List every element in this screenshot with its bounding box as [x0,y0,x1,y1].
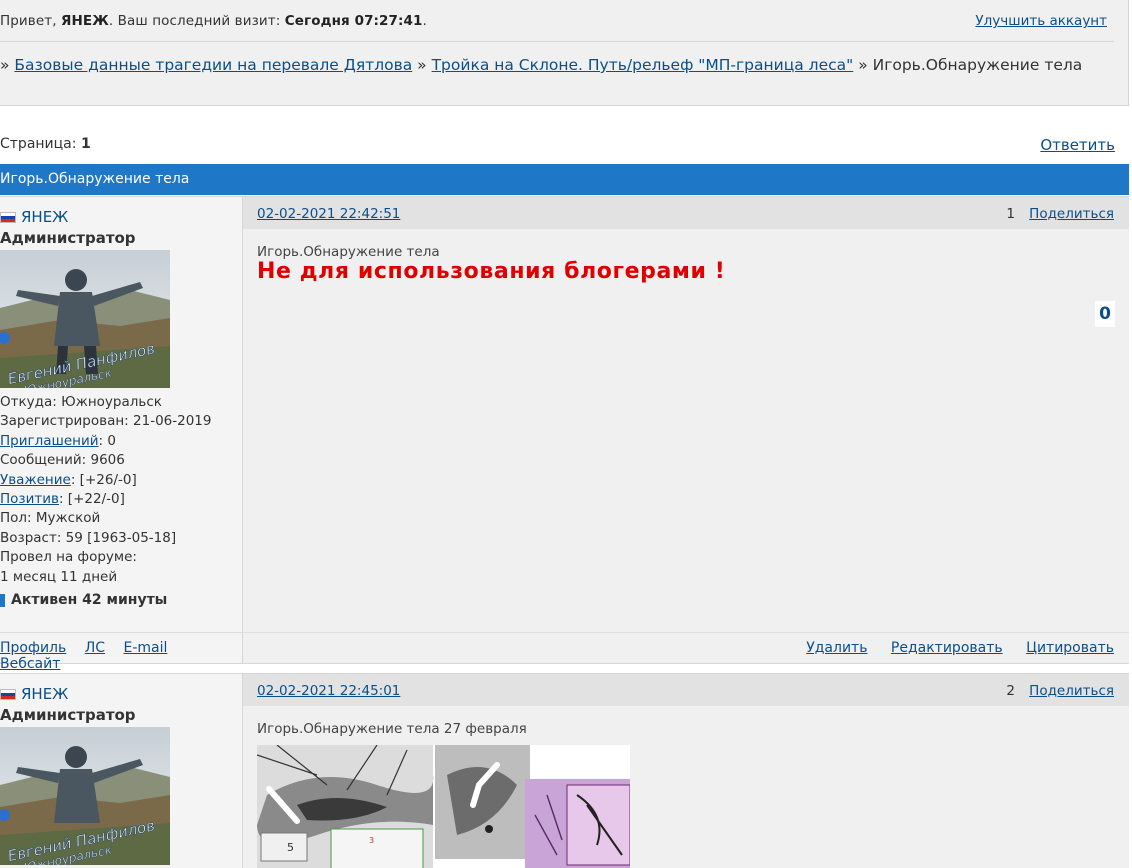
author-time-value: 1 месяц 11 дней [0,568,118,585]
email-link[interactable]: E-mail [123,640,167,656]
breadcrumb-separator: » [858,56,868,74]
post-title: Игорь.Обнаружение тела 27 февраля [257,721,527,737]
author-posts-count: Сообщений: 9606 [0,452,125,469]
breadcrumb-separator: » [417,56,427,74]
author-registered: Зарегистрирован: 21-06-2019 [0,413,212,430]
delete-link[interactable]: Удалить [806,640,867,656]
post-header: 02-02-2021 22:45:01 2 Поделиться [243,674,1129,706]
user-bar: Привет, ЯНЕЖ. Ваш последний визит: Сегод… [0,0,1129,106]
invites-value: : 0 [98,432,116,449]
last-visit-value: Сегодня 07:27:41 [284,13,423,29]
post: ЯНЕЖ Администратор Евгений Панфилов Южно… [0,196,1129,672]
author-name[interactable]: ЯНЕЖ [0,208,68,226]
reply-link[interactable]: Ответить [1040,136,1115,154]
greeting-label: Привет, [0,13,57,29]
quote-link[interactable]: Цитировать [1026,640,1114,656]
post-image[interactable]: 5 3 [257,745,630,868]
author-invites: Приглашений: 0 [0,432,211,451]
positive-value: : [+22/-0] [58,491,125,508]
topic-title: Игорь.Обнаружение тела [0,171,190,187]
pagination: Страница: 1 [0,136,91,152]
image-label: 5 [287,841,294,854]
page-label: Страница: [0,136,77,152]
post-warning-text: Не для использования блогерами ! [257,259,726,284]
website-link[interactable]: Вебсайт [0,656,60,672]
post-body: 02-02-2021 22:42:51 1 Поделиться Игорь.О… [243,197,1129,663]
post-body: 02-02-2021 22:45:01 2 Поделиться Игорь.О… [243,674,1129,868]
author-name-label: ЯНЕЖ [21,208,69,226]
breadcrumb: » Базовые данные трагедии на перевале Дя… [0,56,1110,74]
post-permalink[interactable]: 02-02-2021 22:42:51 [257,206,400,222]
author-name-label: ЯНЕЖ [21,685,69,703]
author-positive: Позитив: [+22/-0] [0,490,211,509]
breadcrumb-forum-link[interactable]: Базовые данные трагедии на перевале Дятл… [14,56,412,74]
online-status-label: Активен 42 минуты [11,592,168,608]
last-visit-suffix: . [422,13,427,29]
post-permalink[interactable]: 02-02-2021 22:45:01 [257,683,400,699]
breadcrumb-subforum-link[interactable]: Тройка на Склоне. Путь/рельеф "МП-границ… [432,56,854,74]
profile-link[interactable]: Профиль [0,640,66,656]
author-online-status: Активен 42 минуты [0,592,167,608]
invites-link[interactable]: Приглашений [0,433,99,449]
welcome-text: Привет, ЯНЕЖ. Ваш последний визит: Сегод… [0,13,427,29]
image-label: 3 [369,836,374,845]
author-info: Откуда: Южноуральск Зарегистрирован: 21-… [0,393,211,587]
author-links: Профиль ЛС E-mail Вебсайт [0,632,242,672]
avatar: Евгений Панфилов Южноуральск [0,727,170,865]
current-page: 1 [80,136,91,152]
author-role: Администратор [0,706,136,724]
russia-flag-icon [0,211,16,223]
author-time-label: Провел на форуме: [0,549,137,566]
pagination-bar: Страница: 1 Ответить [0,136,1115,158]
author-age: Возраст: 59 [1963-05-18] [0,529,177,546]
breadcrumb-current: Игорь.Обнаружение тела [872,56,1083,74]
online-indicator-icon [0,593,5,607]
author-location: Откуда: Южноуральск [0,394,162,410]
post-number: 1 [1006,206,1015,222]
breadcrumb-separator: » [0,56,10,74]
author-respect: Уважение: [+26/-0] [0,471,211,490]
author-name[interactable]: ЯНЕЖ [0,685,68,703]
post-author-panel: ЯНЕЖ Администратор Евгений Панфилов Южно… [0,197,243,672]
post: ЯНЕЖ Администратор Евгений Панфилов Южно… [0,673,1129,868]
edit-link[interactable]: Редактировать [891,640,1003,656]
topic-title-bar: Игорь.Обнаружение тела [0,164,1129,195]
last-visit-label: . Ваш последний визит: [108,13,281,29]
post-number: 2 [1006,683,1015,699]
author-role: Администратор [0,229,136,247]
post-header: 02-02-2021 22:42:51 1 Поделиться [243,197,1129,229]
upgrade-account-link[interactable]: Улучшить аккаунт [975,13,1107,29]
post-title: Игорь.Обнаружение тела [257,244,440,260]
divider [0,41,1114,42]
share-link[interactable]: Поделиться [1029,206,1114,222]
post-actions: Удалить Редактировать Цитировать [243,632,1129,663]
private-message-link[interactable]: ЛС [85,640,105,656]
current-username: ЯНЕЖ [61,13,109,29]
respect-link[interactable]: Уважение [0,472,71,488]
avatar: Евгений Панфилов Южноуральск [0,250,170,388]
russia-flag-icon [0,688,16,700]
share-link[interactable]: Поделиться [1029,683,1114,699]
positive-link[interactable]: Позитив [0,491,59,507]
post-rating[interactable]: 0 [1095,301,1115,327]
author-gender: Пол: Мужской [0,510,101,527]
respect-value: : [+26/-0] [70,471,137,488]
post-author-panel: ЯНЕЖ Администратор Евгений Панфилов Южно… [0,674,243,868]
